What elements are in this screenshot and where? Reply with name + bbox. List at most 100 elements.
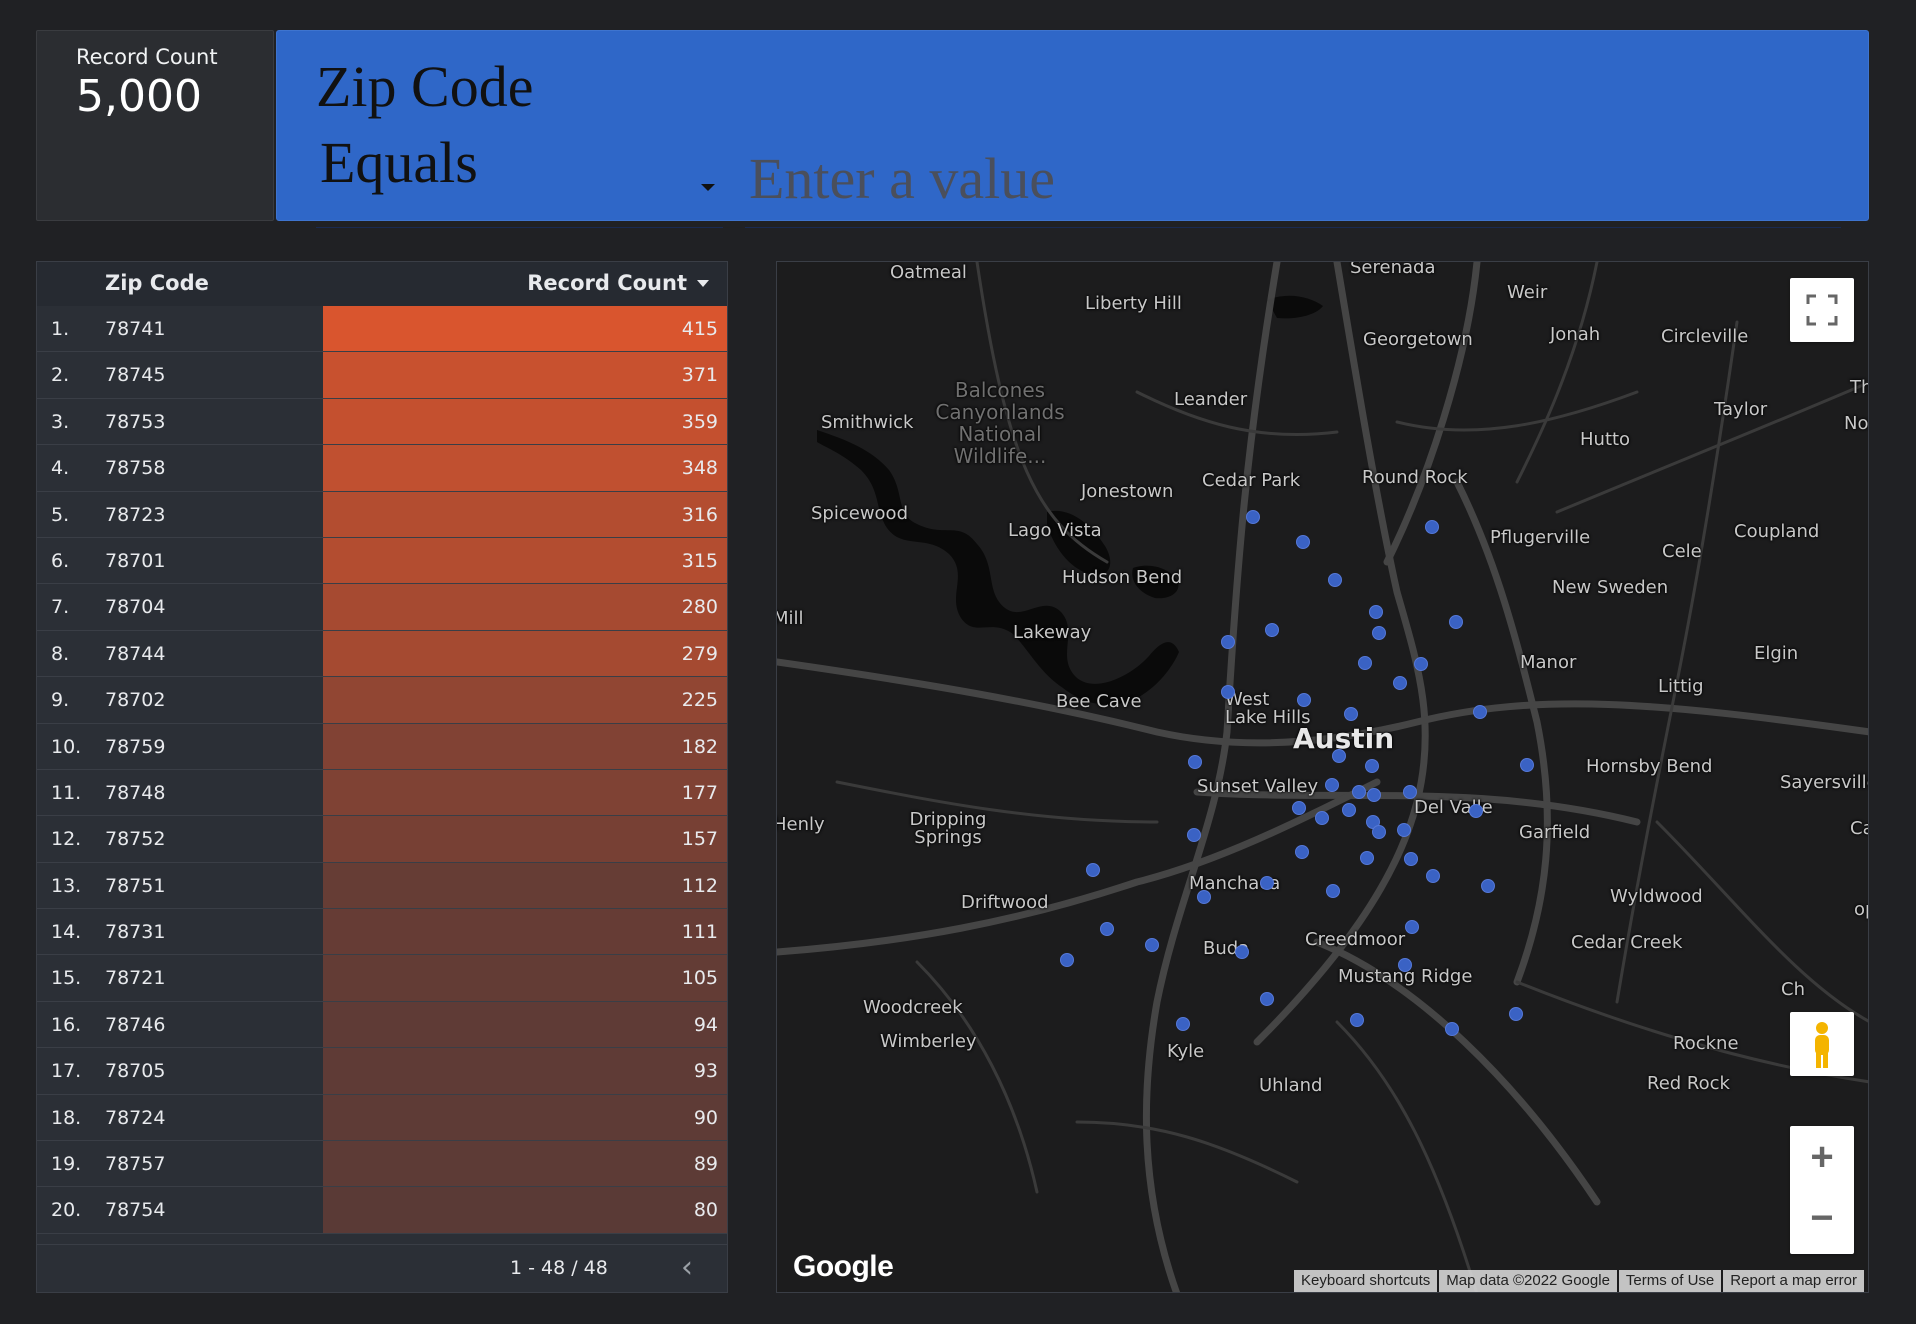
operator-dropdown[interactable]: Equals	[316, 129, 723, 228]
table-row[interactable]: 12. 78752 157	[37, 816, 727, 863]
map-marker[interactable]	[1292, 801, 1306, 815]
map-marker[interactable]	[1352, 785, 1366, 799]
map-marker[interactable]	[1449, 615, 1463, 629]
attribution-link[interactable]: Report a map error	[1723, 1270, 1864, 1292]
chevron-left-icon[interactable]: ‹	[669, 1251, 705, 1287]
map-marker[interactable]	[1520, 758, 1534, 772]
table-row[interactable]: 2. 78745 371	[37, 352, 727, 399]
table-row[interactable]: 9. 78702 225	[37, 677, 727, 724]
operator-value: Equals	[320, 130, 478, 195]
map-marker[interactable]	[1426, 869, 1440, 883]
map-marker[interactable]	[1246, 510, 1260, 524]
map-place-label: Pflugerville	[1490, 527, 1591, 548]
column-header-record-count[interactable]: Record Count	[527, 271, 687, 295]
map-marker[interactable]	[1481, 879, 1495, 893]
table-row[interactable]: 16. 78746 94	[37, 1001, 727, 1049]
map-marker[interactable]	[1404, 852, 1418, 866]
map-marker[interactable]	[1405, 920, 1419, 934]
map-marker[interactable]	[1221, 635, 1235, 649]
map-marker[interactable]	[1188, 755, 1202, 769]
row-index: 15.	[51, 967, 82, 990]
map-marker[interactable]	[1344, 707, 1358, 721]
map-marker[interactable]	[1260, 876, 1274, 890]
row-heat-cell: 80	[323, 1187, 727, 1233]
map-marker[interactable]	[1358, 656, 1372, 670]
map-marker[interactable]	[1187, 828, 1201, 842]
table-row[interactable]: 14. 78731 111	[37, 909, 727, 956]
attribution-link[interactable]: Terms of Use	[1618, 1270, 1722, 1292]
table-row[interactable]: 4. 78758 348	[37, 445, 727, 492]
chevron-right-icon[interactable]: ›	[719, 1251, 727, 1287]
table-row[interactable]: 6. 78701 315	[37, 537, 727, 585]
map-place-label: Rockne	[1673, 1033, 1739, 1054]
map-marker[interactable]	[1221, 685, 1235, 699]
table-row[interactable]: 3. 78753 359	[37, 398, 727, 446]
table-row[interactable]: 19. 78757 89	[37, 1141, 727, 1188]
table-row[interactable]: 20. 78754 80	[37, 1187, 727, 1234]
map-marker[interactable]	[1326, 884, 1340, 898]
map-marker[interactable]	[1469, 804, 1483, 818]
table-row[interactable]: 7. 78704 280	[37, 584, 727, 631]
filter-value-input[interactable]	[745, 129, 1841, 228]
row-zip-code: 78746	[105, 1013, 166, 1036]
map-marker[interactable]	[1260, 992, 1274, 1006]
map-place-label: Wimberley	[880, 1031, 977, 1052]
row-index: 16.	[51, 1013, 82, 1036]
table-row[interactable]: 11. 78748 177	[37, 769, 727, 817]
table-row[interactable]: 10. 78759 182	[37, 723, 727, 770]
table-row[interactable]: 13. 78751 112	[37, 862, 727, 910]
map-marker[interactable]	[1235, 945, 1249, 959]
map-marker[interactable]	[1369, 605, 1383, 619]
map-marker[interactable]	[1145, 938, 1159, 952]
map-marker[interactable]	[1360, 851, 1374, 865]
map-marker[interactable]	[1197, 890, 1211, 904]
map-marker[interactable]	[1315, 811, 1329, 825]
row-record-count: 111	[681, 921, 718, 944]
fullscreen-icon[interactable]	[1790, 278, 1854, 342]
map-marker[interactable]	[1060, 953, 1074, 967]
table-row[interactable]: 17. 78705 93	[37, 1048, 727, 1095]
map-marker[interactable]	[1398, 958, 1412, 972]
map-marker[interactable]	[1445, 1022, 1459, 1036]
map-marker[interactable]	[1397, 823, 1411, 837]
zoom-in-icon[interactable]: +	[1790, 1126, 1854, 1190]
map-marker[interactable]	[1086, 863, 1100, 877]
map-marker[interactable]	[1325, 778, 1339, 792]
map-marker[interactable]	[1403, 785, 1417, 799]
map-marker[interactable]	[1296, 535, 1310, 549]
map-marker[interactable]	[1350, 1013, 1364, 1027]
column-header-zip[interactable]: Zip Code	[105, 271, 209, 295]
map-place-label: Sunset Valley	[1197, 776, 1319, 797]
map-place-label: Cele	[1662, 541, 1702, 562]
table-row[interactable]: 18. 78724 90	[37, 1094, 727, 1142]
pegman-icon[interactable]	[1790, 1012, 1854, 1076]
map-marker[interactable]	[1176, 1017, 1190, 1031]
map-view[interactable]: Oatmeal Serenada Weir Liberty Hill Georgetow…	[776, 261, 1869, 1293]
map-marker[interactable]	[1332, 749, 1346, 763]
table-row[interactable]: 8. 78744 279	[37, 630, 727, 678]
map-marker[interactable]	[1509, 1007, 1523, 1021]
map-marker[interactable]	[1265, 623, 1279, 637]
map-marker[interactable]	[1365, 759, 1379, 773]
map-marker[interactable]	[1328, 573, 1342, 587]
map-place-label: Jonah	[1550, 324, 1601, 345]
table-row[interactable]: 5. 78723 316	[37, 491, 727, 538]
map-marker[interactable]	[1393, 676, 1407, 690]
table-row[interactable]: 15. 78721 105	[37, 955, 727, 1002]
attribution-link[interactable]: Keyboard shortcuts	[1294, 1270, 1438, 1292]
map-marker[interactable]	[1414, 657, 1428, 671]
attribution-link[interactable]: Map data ©2022 Google	[1439, 1270, 1617, 1292]
map-marker[interactable]	[1297, 693, 1311, 707]
map-marker[interactable]	[1372, 626, 1386, 640]
map-marker[interactable]	[1473, 705, 1487, 719]
zoom-out-icon[interactable]: −	[1790, 1190, 1854, 1254]
map-marker[interactable]	[1425, 520, 1439, 534]
map-marker[interactable]	[1372, 825, 1386, 839]
map-marker[interactable]	[1100, 922, 1114, 936]
map-marker[interactable]	[1367, 788, 1381, 802]
map-marker[interactable]	[1342, 803, 1356, 817]
map-marker[interactable]	[1295, 845, 1309, 859]
table-row[interactable]: 1. 78741 415	[37, 306, 727, 353]
sort-descending-icon[interactable]	[697, 280, 709, 287]
map-park-label: Balcones Canyonlands National Wildlife..…	[935, 378, 1065, 468]
